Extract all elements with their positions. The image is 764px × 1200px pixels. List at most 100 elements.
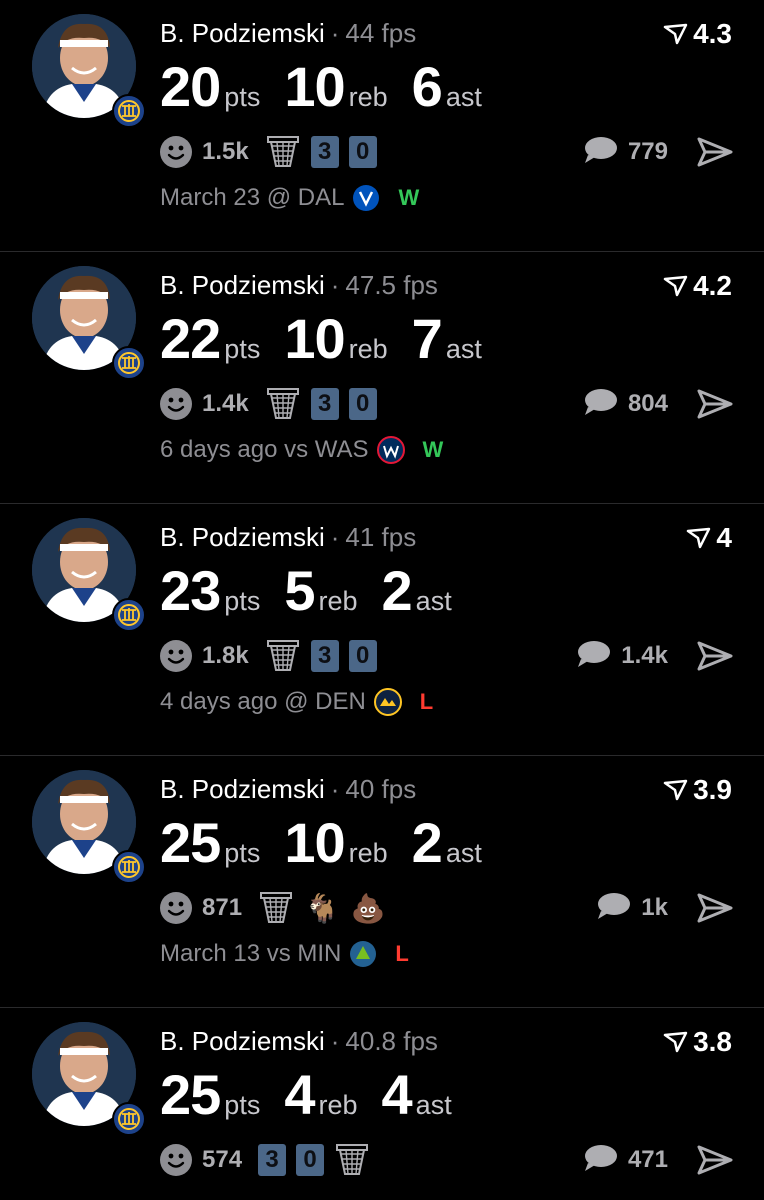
hoop-icon[interactable]: [334, 1142, 370, 1178]
tag-box[interactable]: 0: [348, 640, 377, 672]
tag-box[interactable]: 0: [348, 136, 377, 168]
comment-count: 779: [627, 138, 668, 165]
share-icon[interactable]: [696, 1144, 734, 1176]
smiley-icon[interactable]: [160, 388, 192, 420]
game-info[interactable]: March 13 vs MIN L: [160, 940, 409, 968]
poop-emoji-icon[interactable]: 💩: [350, 890, 386, 926]
hoop-icon[interactable]: [265, 134, 301, 170]
warriors-logo-icon: [112, 346, 146, 380]
assists-label: ast: [415, 1090, 452, 1120]
reaction-count[interactable]: 1.5k: [202, 138, 249, 166]
player-name[interactable]: B. Podziemski: [160, 522, 325, 552]
rating-value: 4.3: [693, 18, 732, 49]
game-card[interactable]: B. Podziemski · 40 fps 3.9 25 pts 10 reb 2 ast 871…: [0, 756, 764, 1008]
player-avatar[interactable]: [32, 518, 146, 632]
player-name-line[interactable]: B. Podziemski · 44 fps: [160, 18, 416, 49]
warriors-logo-icon: [112, 1102, 146, 1136]
rating-badge[interactable]: 4.3: [663, 18, 732, 50]
rating-arrow-icon: [663, 23, 688, 45]
fantasy-points: 41 fps: [345, 522, 417, 552]
game-card[interactable]: B. Podziemski · 47.5 fps 4.2 22 pts 10 reb 7 ast 1…: [0, 252, 764, 504]
reaction-row: 574 3 0: [160, 1142, 370, 1178]
comment-icon: [575, 639, 611, 674]
tag-box[interactable]: 3: [258, 1144, 287, 1176]
game-card[interactable]: B. Podziemski · 41 fps 4 23 pts 5 reb 2 ast 1.8k 3 0…: [0, 504, 764, 756]
player-avatar[interactable]: [32, 266, 146, 380]
reaction-row: 1.8k 3 0: [160, 638, 377, 674]
separator-dot: ·: [330, 1026, 340, 1056]
game-result: L: [395, 941, 409, 966]
rating-badge[interactable]: 3.9: [663, 774, 732, 806]
nuggets-logo-icon: [373, 688, 402, 716]
rating-badge[interactable]: 3.8: [663, 1026, 732, 1058]
player-name[interactable]: B. Podziemski: [160, 270, 325, 300]
smiley-icon[interactable]: [160, 1144, 192, 1176]
comments-button[interactable]: 1.4k: [575, 638, 668, 674]
player-name[interactable]: B. Podziemski: [160, 774, 325, 804]
rebounds-label: reb: [348, 334, 388, 364]
reaction-count[interactable]: 871: [202, 894, 242, 922]
rating-badge[interactable]: 4.2: [663, 270, 732, 302]
player-name-line[interactable]: B. Podziemski · 40 fps: [160, 774, 416, 805]
stat-line: 20 pts 10 reb 6 ast: [160, 54, 506, 119]
rating-arrow-icon: [687, 527, 711, 549]
player-avatar[interactable]: [32, 770, 146, 884]
points-label: pts: [224, 838, 261, 868]
game-info[interactable]: 6 days ago vs WAS W: [160, 436, 443, 464]
tag-box[interactable]: 0: [296, 1144, 325, 1176]
comments-button[interactable]: 471: [582, 1142, 668, 1178]
rebounds-value: 10: [284, 811, 345, 874]
rating-badge[interactable]: 4: [686, 522, 732, 554]
player-name-line[interactable]: B. Podziemski · 47.5 fps: [160, 270, 438, 301]
stat-line: 23 pts 5 reb 2 ast: [160, 558, 476, 623]
separator-dot: ·: [330, 18, 340, 48]
rebounds-value: 10: [284, 55, 345, 118]
rating-value: 4: [716, 522, 732, 553]
assists-value: 4: [381, 1063, 413, 1126]
hoop-icon[interactable]: [258, 890, 294, 926]
assists-label: ast: [445, 82, 482, 112]
hoop-icon[interactable]: [265, 638, 301, 674]
warriors-logo-icon: [112, 598, 146, 632]
tag-box[interactable]: 3: [310, 388, 339, 420]
reaction-count[interactable]: 1.4k: [202, 390, 249, 418]
wizards-logo-icon: [376, 436, 405, 464]
player-avatar[interactable]: [32, 1022, 146, 1136]
game-feed: B. Podziemski · 44 fps 4.3 20 pts 10 reb 6 ast 1.5…: [0, 0, 764, 1200]
game-card[interactable]: B. Podziemski · 40.8 fps 3.8 25 pts 4 reb 4 ast 57…: [0, 1008, 764, 1200]
player-name-line[interactable]: B. Podziemski · 41 fps: [160, 522, 416, 553]
rating-value: 4.2: [693, 270, 732, 301]
game-info[interactable]: March 23 @ DAL W: [160, 184, 419, 212]
points-value: 25: [160, 1063, 221, 1126]
reaction-count[interactable]: 1.8k: [202, 642, 249, 670]
comments-button[interactable]: 779: [582, 134, 668, 170]
tag-box[interactable]: 3: [310, 640, 339, 672]
game-date-opponent: 4 days ago @ DEN: [160, 688, 366, 715]
smiley-icon[interactable]: [160, 136, 192, 168]
tag-box[interactable]: 0: [348, 388, 377, 420]
tag-box[interactable]: 3: [310, 136, 339, 168]
game-card[interactable]: B. Podziemski · 44 fps 4.3 20 pts 10 reb 6 ast 1.5…: [0, 0, 764, 252]
player-avatar[interactable]: [32, 14, 146, 128]
share-icon[interactable]: [696, 640, 734, 672]
smiley-icon[interactable]: [160, 892, 192, 924]
comments-button[interactable]: 1k: [595, 890, 668, 926]
stat-line: 25 pts 10 reb 2 ast: [160, 810, 506, 875]
player-name[interactable]: B. Podziemski: [160, 18, 325, 48]
warriors-logo-icon: [112, 850, 146, 884]
share-icon[interactable]: [696, 388, 734, 420]
comments-button[interactable]: 804: [582, 386, 668, 422]
share-icon[interactable]: [696, 136, 734, 168]
share-icon[interactable]: [696, 892, 734, 924]
goat-emoji-icon[interactable]: 🐐: [304, 890, 340, 926]
assists-value: 6: [411, 55, 443, 118]
smiley-icon[interactable]: [160, 640, 192, 672]
reaction-count[interactable]: 574: [202, 1146, 242, 1174]
game-info[interactable]: 4 days ago @ DEN L: [160, 688, 433, 716]
player-name[interactable]: B. Podziemski: [160, 1026, 325, 1056]
rating-arrow-icon: [663, 275, 688, 297]
rebounds-value: 10: [284, 307, 345, 370]
player-name-line[interactable]: B. Podziemski · 40.8 fps: [160, 1026, 438, 1057]
hoop-icon[interactable]: [265, 386, 301, 422]
assists-label: ast: [415, 586, 452, 616]
